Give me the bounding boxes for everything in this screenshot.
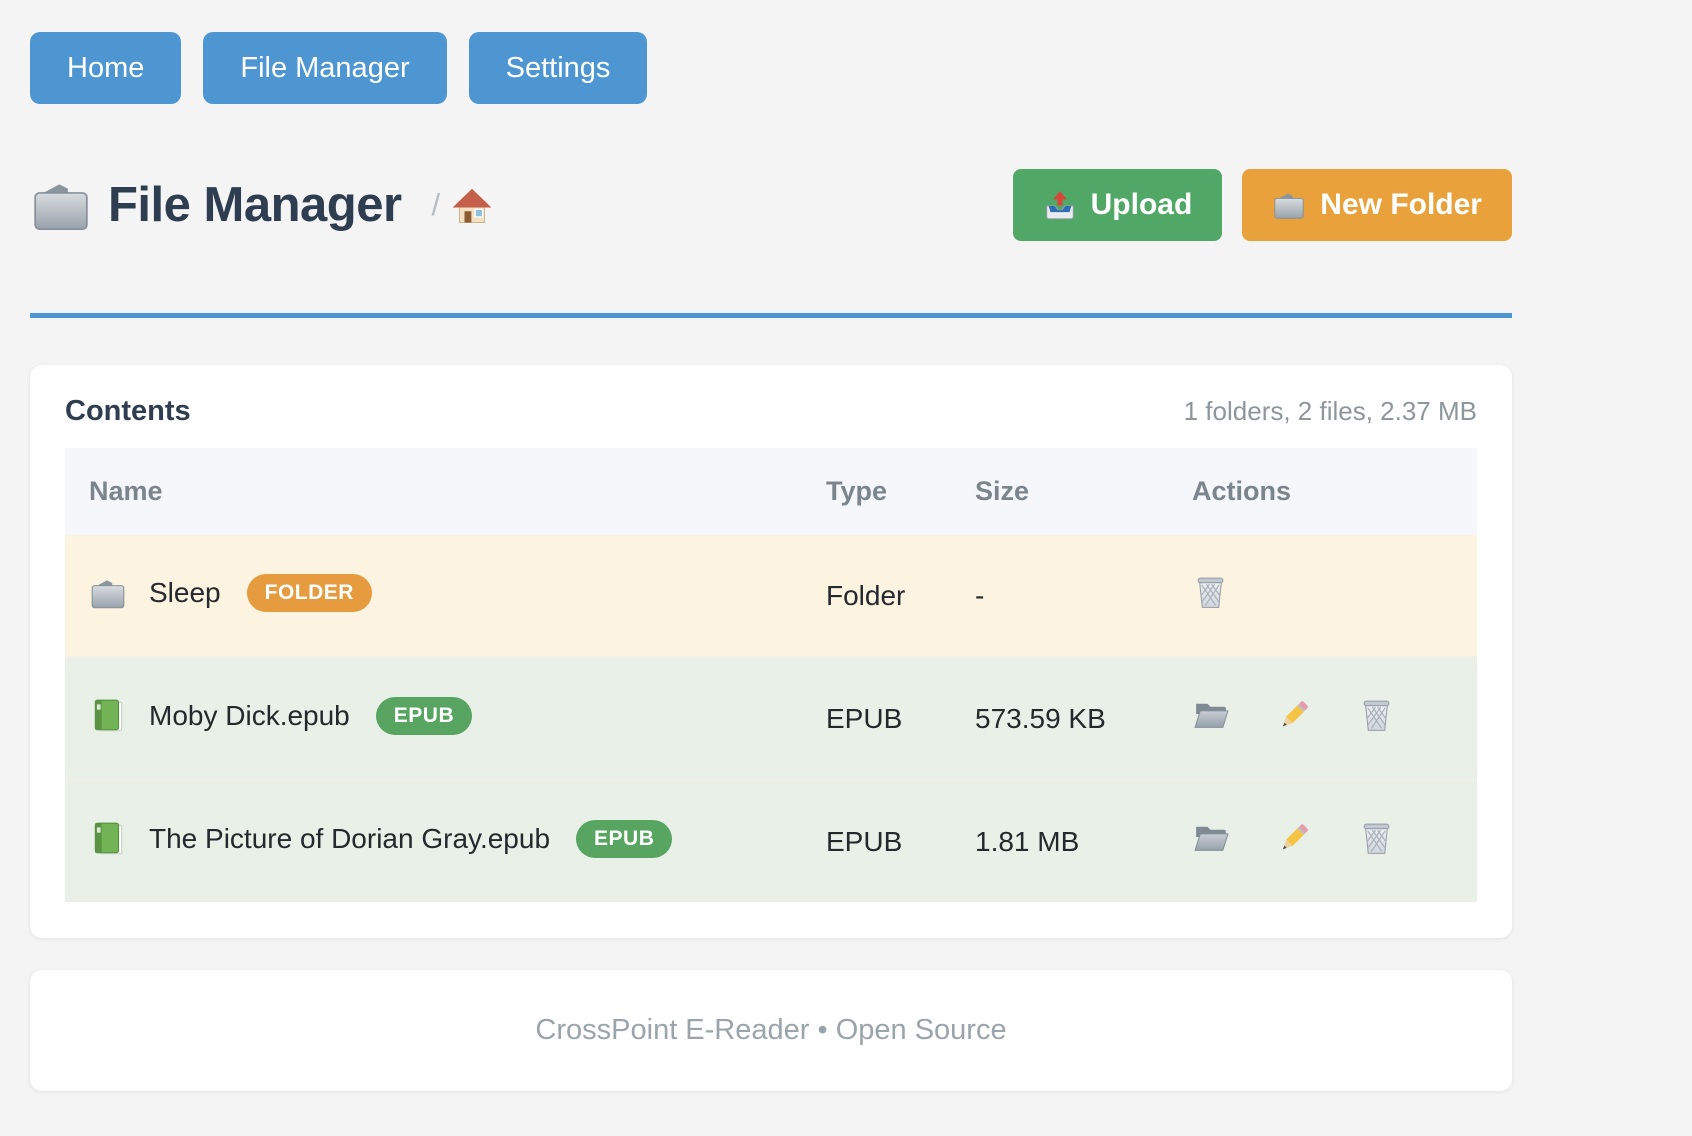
actions-cell	[1168, 657, 1477, 780]
contents-heading: Contents	[65, 395, 191, 428]
folder-icon	[30, 177, 92, 233]
new-folder-button-label: New Folder	[1320, 188, 1482, 222]
name-cell: The Picture of Dorian Gray.epub EPUB	[65, 781, 802, 897]
col-header-type: Type	[802, 448, 951, 535]
contents-card: Contents 1 folders, 2 files, 2.37 MB Nam…	[30, 365, 1512, 938]
col-header-size: Size	[951, 448, 1168, 535]
open-folder-icon	[1192, 697, 1229, 733]
book-icon	[89, 821, 127, 857]
epub-badge: EPUB	[576, 820, 672, 858]
delete-button[interactable]	[1358, 697, 1395, 733]
page-title: File Manager	[108, 177, 402, 233]
title-group: File Manager /	[30, 177, 492, 233]
table-row-sleep[interactable]: Sleep FOLDER Folder -	[65, 535, 1477, 657]
type-cell: EPUB	[802, 657, 951, 780]
file-name: Moby Dick.epub	[149, 700, 350, 732]
folder-icon	[1272, 189, 1306, 221]
actions-cell	[1168, 535, 1477, 657]
col-header-name: Name	[65, 448, 802, 535]
table-header-row: Name Type Size Actions	[65, 448, 1477, 535]
nav-file-manager-button[interactable]: File Manager	[203, 32, 446, 104]
open-button[interactable]	[1192, 820, 1229, 856]
upload-button[interactable]: Upload	[1013, 169, 1223, 241]
top-nav: Home File Manager Settings	[30, 0, 1512, 104]
size-cell: 573.59 KB	[951, 657, 1168, 780]
type-cell: EPUB	[802, 780, 951, 902]
delete-button[interactable]	[1192, 574, 1229, 610]
pencil-icon	[1275, 697, 1312, 733]
footer-text: CrossPoint E-Reader • Open Source	[535, 1014, 1006, 1046]
actions-cell	[1168, 780, 1477, 902]
table-row-dorian-gray[interactable]: The Picture of Dorian Gray.epub EPUB EPU…	[65, 780, 1477, 902]
upload-button-label: Upload	[1091, 188, 1193, 222]
name-cell: Moby Dick.epub EPUB	[65, 658, 802, 774]
epub-badge: EPUB	[376, 697, 472, 735]
header-actions: Upload New Folder	[1013, 169, 1512, 241]
col-header-actions: Actions	[1168, 448, 1477, 535]
accent-divider	[30, 313, 1512, 318]
nav-settings-button[interactable]: Settings	[469, 32, 648, 104]
delete-button[interactable]	[1358, 820, 1395, 856]
page-header: File Manager / Upload New Folder	[30, 169, 1512, 241]
house-icon	[452, 186, 492, 224]
size-cell: -	[951, 535, 1168, 657]
card-head: Contents 1 folders, 2 files, 2.37 MB	[65, 387, 1477, 448]
files-table: Name Type Size Actions Sleep FOLDER Fold…	[65, 448, 1477, 902]
folder-badge: FOLDER	[247, 574, 372, 612]
table-row-moby-dick[interactable]: Moby Dick.epub EPUB EPUB 573.59 KB	[65, 657, 1477, 780]
trash-icon	[1358, 820, 1395, 856]
footer: CrossPoint E-Reader • Open Source	[30, 970, 1512, 1091]
name-cell: Sleep FOLDER	[65, 535, 802, 651]
breadcrumb-home-link[interactable]	[452, 186, 492, 224]
pencil-icon	[1275, 820, 1312, 856]
trash-icon	[1358, 697, 1395, 733]
open-folder-icon	[1192, 820, 1229, 856]
file-name: The Picture of Dorian Gray.epub	[149, 823, 550, 855]
edit-button[interactable]	[1275, 820, 1312, 856]
size-cell: 1.81 MB	[951, 780, 1168, 902]
open-button[interactable]	[1192, 697, 1229, 733]
new-folder-button[interactable]: New Folder	[1242, 169, 1512, 241]
contents-summary: 1 folders, 2 files, 2.37 MB	[1184, 396, 1477, 427]
outbox-tray-icon	[1043, 189, 1077, 221]
folder-name: Sleep	[149, 577, 221, 609]
breadcrumb-separator: /	[432, 187, 441, 223]
nav-home-button[interactable]: Home	[30, 32, 181, 104]
trash-icon	[1192, 574, 1229, 610]
edit-button[interactable]	[1275, 697, 1312, 733]
book-icon	[89, 698, 127, 734]
folder-icon	[89, 575, 127, 611]
type-cell: Folder	[802, 535, 951, 657]
